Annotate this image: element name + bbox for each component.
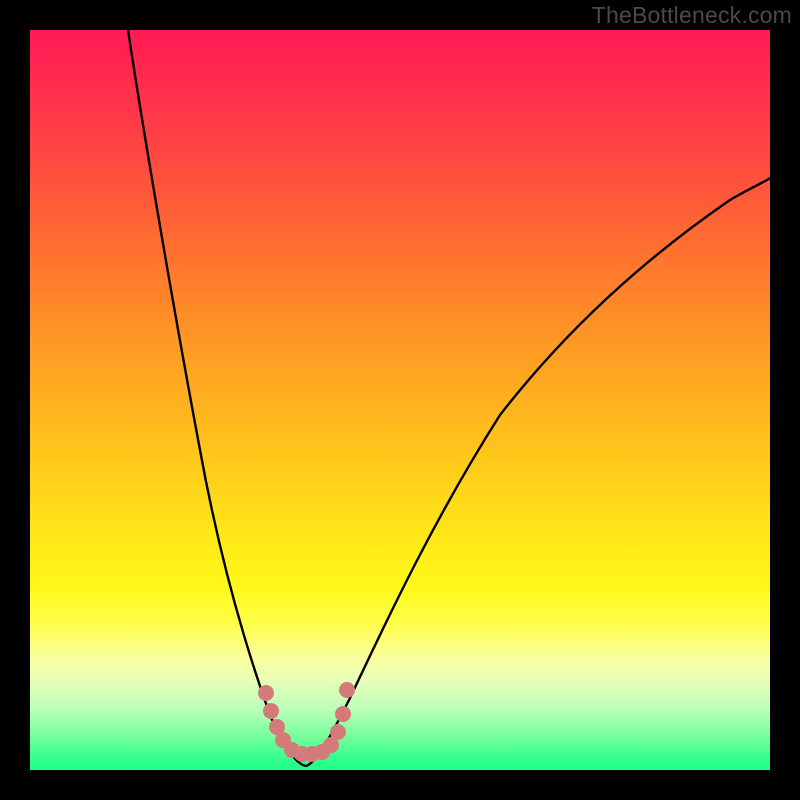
bottleneck-curve-right bbox=[306, 178, 770, 766]
plot-area bbox=[30, 30, 770, 770]
chart-frame: TheBottleneck.com bbox=[0, 0, 800, 800]
bottom-marker-cluster bbox=[258, 682, 355, 762]
chart-svg bbox=[30, 30, 770, 770]
bottleneck-curve-left bbox=[128, 30, 306, 766]
watermark-label: TheBottleneck.com bbox=[592, 2, 792, 29]
